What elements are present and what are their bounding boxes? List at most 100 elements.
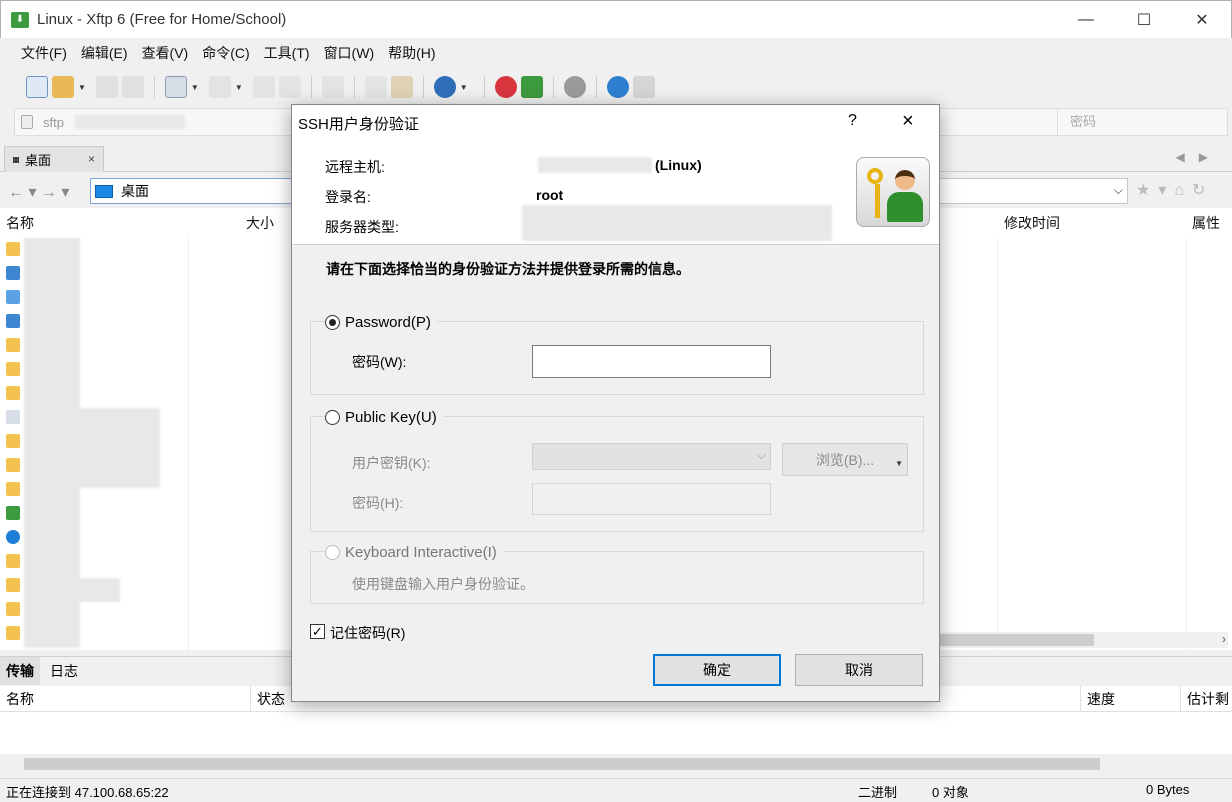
transfer-column-name[interactable]: 名称 — [0, 686, 34, 712]
properties-icon[interactable] — [164, 76, 187, 98]
user-key-select[interactable]: ⌵ — [532, 443, 771, 470]
menu-view[interactable]: 查看(V) — [135, 43, 196, 63]
password-option-label: Password(P) — [345, 314, 431, 331]
status-object-count: 0 对象 — [932, 785, 969, 800]
folder-icon[interactable] — [6, 242, 20, 256]
new-session-icon[interactable] — [26, 76, 48, 98]
horizontal-scrollbar[interactable]: › — [938, 632, 1228, 648]
paste-icon[interactable] — [390, 76, 413, 98]
transfer-icon[interactable] — [321, 76, 344, 98]
folder-icon[interactable] — [6, 578, 20, 592]
menu-edit[interactable]: 编辑(E) — [74, 43, 135, 63]
ok-button[interactable]: 确定 — [653, 654, 781, 686]
scrollbar-thumb[interactable] — [24, 758, 1100, 770]
copy-icon[interactable] — [364, 76, 387, 98]
user-key-icon — [856, 157, 930, 227]
tab-nav-arrows-icon[interactable]: ◀▶ — [1176, 150, 1222, 164]
maximize-icon[interactable]: ☐ — [1115, 1, 1173, 39]
cancel-button[interactable]: 取消 — [795, 654, 923, 686]
remember-password-label[interactable]: 记住密码(R) — [330, 623, 405, 643]
tab-transfer[interactable]: 传输 — [0, 657, 40, 685]
address-redacted — [75, 115, 185, 129]
status-bar: 正在连接到 47.100.68.65:22 二进制 0 对象 0 Bytes — [0, 778, 1232, 802]
page-icon[interactable] — [252, 76, 275, 98]
transfer-scrollbar[interactable] — [4, 756, 1228, 772]
globe-icon[interactable] — [433, 76, 456, 98]
menu-command[interactable]: 命令(C) — [195, 43, 256, 63]
password-input[interactable] — [532, 345, 771, 378]
favorite-home-refresh-icons[interactable]: ★▾⌂↻ — [1136, 180, 1213, 200]
file-names-redacted — [78, 578, 120, 602]
xshell-icon[interactable] — [494, 76, 517, 98]
browse-button[interactable]: 浏览(B)... ▼ — [782, 443, 908, 476]
document-icon[interactable] — [6, 410, 20, 424]
menu-window[interactable]: 窗口(W) — [317, 43, 382, 63]
open-dropdown-icon[interactable]: ▼ — [78, 83, 86, 92]
transfer-column-status[interactable]: 状态 — [250, 686, 285, 712]
pubkey-password-input[interactable] — [532, 483, 771, 515]
close-window-icon[interactable]: ✕ — [1173, 1, 1231, 39]
minimize-icon[interactable]: — — [1057, 1, 1115, 39]
address-protocol: sftp — [43, 114, 64, 130]
tab-log[interactable]: 日志 — [44, 657, 84, 685]
open-folder-icon[interactable] — [52, 76, 74, 98]
instruction-text: 请在下面选择恰当的身份验证方法并提供登录所需的信息。 — [326, 261, 690, 277]
tab-close-icon[interactable]: × — [88, 152, 95, 166]
user-folder-icon[interactable] — [6, 506, 20, 520]
scrollbar-thumb[interactable] — [938, 634, 1094, 646]
key-stem-icon — [875, 184, 880, 218]
back-forward-icon[interactable]: ← ▾ → ▾ — [8, 182, 69, 202]
toolbar-divider — [310, 76, 312, 98]
chevron-down-icon[interactable]: ⌵ — [1114, 183, 1123, 198]
radio-selected-icon[interactable] — [325, 315, 340, 330]
radio-unselected-icon[interactable] — [325, 410, 340, 425]
remember-password-checkbox[interactable]: ✓ — [310, 624, 325, 639]
chat-icon[interactable] — [632, 76, 655, 98]
help-question-icon[interactable]: ? — [848, 112, 857, 130]
transfer-column-speed[interactable]: 速度 — [1080, 686, 1115, 712]
password-label: 密码(W): — [352, 354, 407, 370]
menu-file[interactable]: 文件(F) — [14, 43, 74, 63]
public-key-radio[interactable]: Public Key(U) — [325, 409, 443, 426]
properties-dropdown-icon[interactable]: ▼ — [191, 83, 199, 92]
menu-tools[interactable]: 工具(T) — [257, 43, 317, 63]
folder-icon[interactable] — [6, 338, 20, 352]
globe-dropdown-icon[interactable]: ▼ — [460, 83, 468, 92]
radio-disabled-icon[interactable] — [325, 545, 340, 560]
password-radio[interactable]: Password(P) — [325, 314, 437, 331]
play-icon[interactable] — [208, 76, 231, 98]
help-icon[interactable] — [606, 76, 629, 98]
folder-icon[interactable] — [6, 434, 20, 448]
folder-icon[interactable] — [6, 602, 20, 616]
folder-icon[interactable] — [6, 626, 20, 640]
remote-path-combobox[interactable]: ⌵ — [938, 178, 1128, 204]
address-password-field[interactable]: 密码 — [1057, 109, 1227, 135]
folder-icon[interactable] — [6, 458, 20, 472]
connect-icon[interactable] — [95, 76, 118, 98]
local-path-combobox[interactable]: 桌面 — [90, 178, 294, 204]
menu-bar: 文件(F) 编辑(E) 查看(V) 命令(C) 工具(T) 窗口(W) 帮助(H… — [0, 38, 1232, 68]
column-modified[interactable]: 修改时间 — [998, 208, 1060, 238]
gear-icon[interactable] — [563, 76, 586, 98]
xftp-icon[interactable] — [520, 76, 543, 98]
column-name[interactable]: 名称 — [0, 208, 34, 238]
tab-local-desktop[interactable]: 桌面 × — [4, 146, 104, 172]
folder-icon[interactable] — [6, 482, 20, 496]
play-dropdown-icon[interactable]: ▼ — [235, 83, 243, 92]
transfer-column-eta[interactable]: 估计剩 — [1180, 686, 1229, 712]
menu-help[interactable]: 帮助(H) — [381, 43, 442, 63]
keyboard-interactive-radio[interactable]: Keyboard Interactive(I) — [325, 544, 503, 561]
folder-icon[interactable] — [6, 362, 20, 376]
column-size[interactable]: 大小 — [240, 208, 274, 238]
scroll-right-icon[interactable]: › — [1222, 632, 1226, 646]
computer-icon[interactable] — [6, 290, 20, 304]
disconnect-icon[interactable] — [121, 76, 144, 98]
dialog-close-icon[interactable]: × — [902, 110, 914, 133]
folder-icon[interactable] — [6, 386, 20, 400]
network-icon[interactable] — [6, 314, 20, 328]
column-attributes[interactable]: 属性 — [1186, 208, 1220, 238]
control-panel-icon[interactable] — [6, 266, 20, 280]
page2-icon[interactable] — [278, 76, 301, 98]
folder-icon[interactable] — [6, 554, 20, 568]
onedrive-icon[interactable] — [6, 530, 20, 544]
